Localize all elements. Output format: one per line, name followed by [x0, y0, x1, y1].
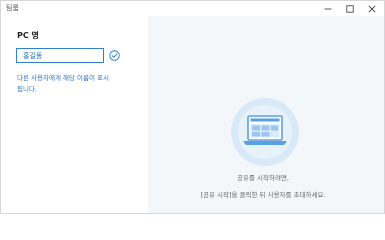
pc-name-label: PC 명: [17, 31, 39, 40]
share-status-panel: 공유를 시작하려면, [공유 시작]을 클릭한 뒤 사용자를 초대하세요.: [148, 16, 384, 213]
check-circle-icon: [109, 50, 120, 61]
window-title: 팀룸: [6, 4, 19, 12]
settings-panel: PC 명 다른 사용자에게 해당 이름이 표시됩니다.: [1, 16, 148, 213]
maximize-icon: [346, 4, 354, 13]
title-bar: 팀룸: [1, 1, 384, 16]
laptop-illustration: [231, 98, 299, 166]
close-button[interactable]: [361, 1, 383, 16]
share-instruction-line-2: [공유 시작]을 클릭한 뒤 사용자를 초대하세요.: [200, 191, 326, 199]
minimize-button[interactable]: [317, 1, 339, 16]
close-icon: [368, 5, 376, 12]
maximize-button[interactable]: [339, 1, 361, 16]
pc-name-hint: 다른 사용자에게 해당 이름이 표시됩니다.: [17, 74, 109, 93]
minimize-icon: [324, 8, 332, 9]
share-instruction-line-1: 공유를 시작하려면,: [237, 174, 289, 182]
pc-name-input[interactable]: [16, 48, 104, 63]
teamroom-window: 팀룸 PC 명 다른 사용자에게 해당 이름이 표시됩니다.: [0, 0, 385, 214]
